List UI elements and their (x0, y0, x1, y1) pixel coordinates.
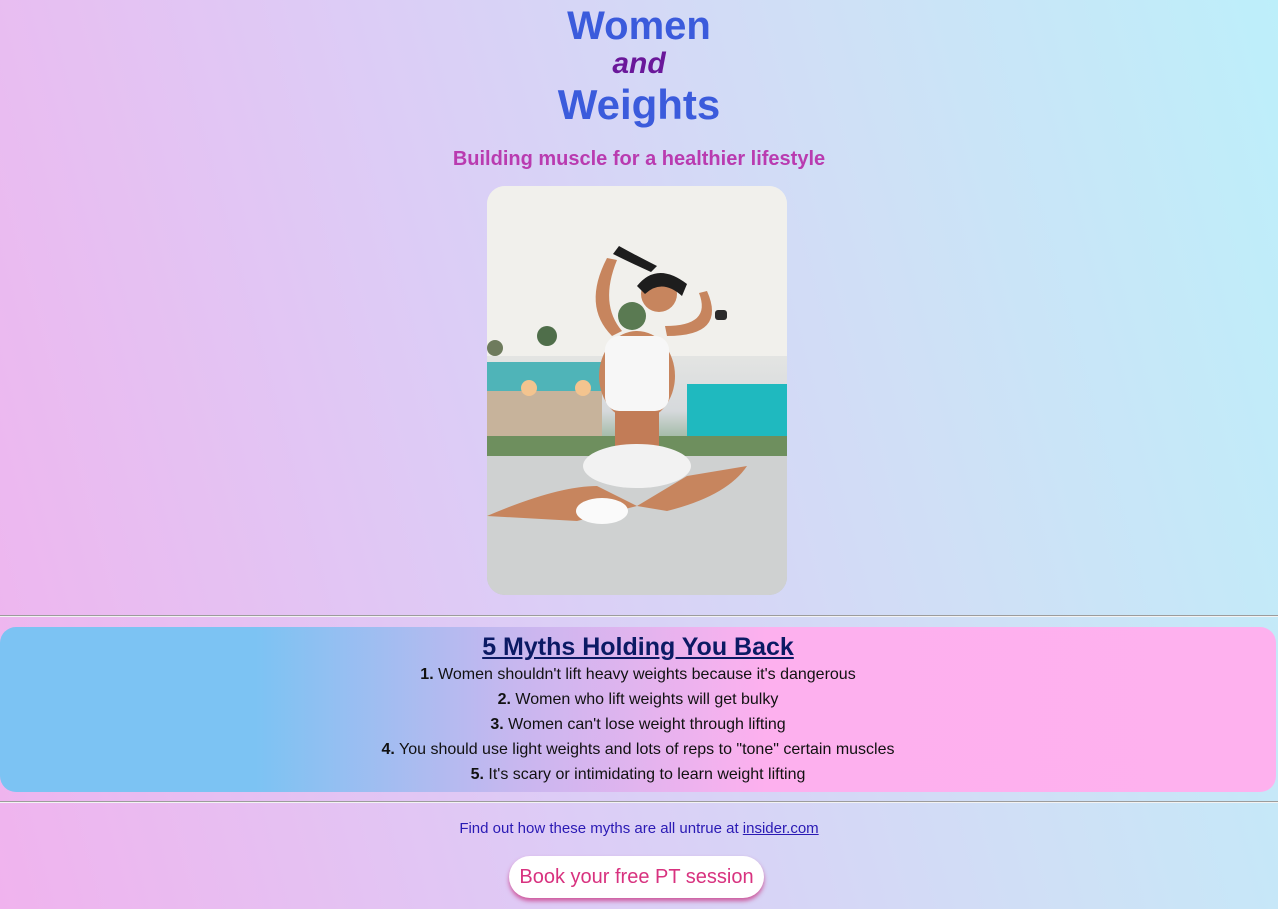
myth-item-3: 3. Women can't lose weight through lifti… (0, 716, 1276, 734)
myths-panel: 5 Myths Holding You Back 1. Women should… (0, 627, 1276, 792)
myth-number: 4. (381, 741, 395, 758)
title-and: and (612, 47, 666, 80)
myth-number: 5. (470, 766, 484, 783)
myths-heading: 5 Myths Holding You Back (482, 633, 794, 661)
insider-link[interactable]: insider.com (743, 820, 819, 837)
myth-item-1: 1. Women shouldn't lift heavy weights be… (0, 666, 1276, 684)
footer-note: Find out how these myths are all untrue … (0, 820, 1278, 837)
hero-photo-illustration (487, 186, 787, 595)
myth-number: 3. (490, 716, 504, 733)
myth-item-2: 2. Women who lift weights will get bulky (0, 691, 1276, 709)
myth-text: It's scary or intimidating to learn weig… (483, 766, 806, 783)
myth-item-5: 5. It's scary or intimidating to learn w… (0, 766, 1276, 784)
divider-bottom (0, 801, 1278, 803)
myth-number: 1. (420, 666, 434, 683)
subtitle: Building muscle for a healthier lifestyl… (452, 148, 826, 170)
myth-text: Women shouldn't lift heavy weights becau… (433, 666, 856, 683)
myth-text: Women can't lose weight through lifting (503, 716, 786, 733)
myth-text: You should use light weights and lots of… (394, 741, 895, 758)
title-women: Women (567, 4, 711, 48)
hero-image (487, 186, 787, 595)
myth-text: Women who lift weights will get bulky (510, 691, 779, 708)
book-pt-session-button[interactable]: Book your free PT session (509, 856, 764, 898)
myth-item-4: 4. You should use light weights and lots… (0, 741, 1276, 759)
myth-number: 2. (497, 691, 511, 708)
footer-prefix: Find out how these myths are all untrue … (459, 820, 743, 837)
divider-top (0, 615, 1278, 617)
title-weights: Weights (557, 81, 721, 128)
